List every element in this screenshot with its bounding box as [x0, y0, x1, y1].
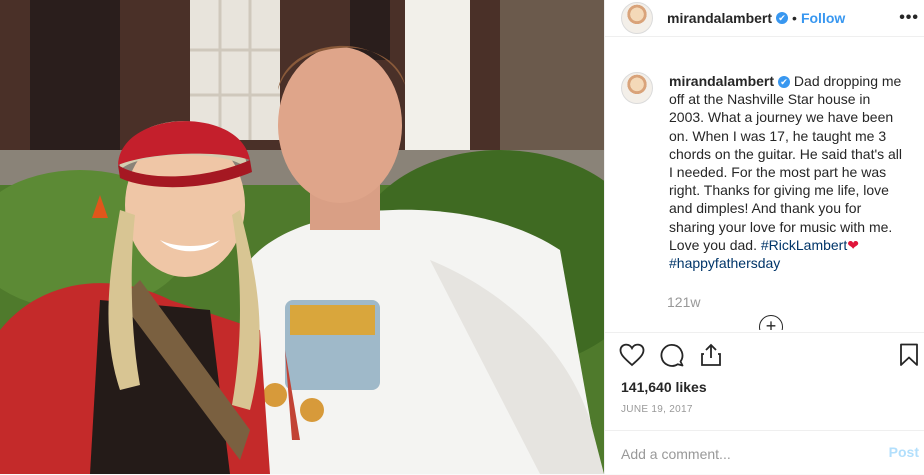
add-comment-bar: Post: [605, 430, 924, 475]
bookmark-save-icon[interactable]: [899, 343, 919, 372]
post-sidebar: mirandalambert ✔ • Follow ••• mirandalam…: [604, 0, 924, 474]
comments-section: mirandalambert ✔ Dad dropping me off at t…: [605, 52, 924, 330]
comment-bubble-icon[interactable]: [659, 343, 685, 372]
hashtag-link-ricklambert[interactable]: #RickLambert: [761, 237, 847, 253]
post-comment-button[interactable]: Post: [889, 444, 919, 460]
verified-badge-icon: ✔: [776, 12, 789, 24]
caption-avatar[interactable]: [621, 72, 653, 104]
post-photo[interactable]: [0, 0, 604, 474]
user-avatar[interactable]: [621, 2, 653, 34]
comment-input[interactable]: [619, 441, 873, 467]
likes-count[interactable]: 141,640 likes: [621, 379, 707, 395]
post-header: mirandalambert ✔ • Follow •••: [605, 0, 924, 37]
caption-verified-badge-icon: ✔: [778, 76, 791, 89]
caption-row: mirandalambert ✔ Dad dropping me off at t…: [605, 52, 924, 272]
caption-username[interactable]: mirandalambert: [669, 73, 774, 89]
load-more-comments-icon[interactable]: +: [759, 315, 783, 330]
post-caption: mirandalambert ✔ Dad dropping me off at t…: [669, 72, 909, 272]
caption-text: Dad dropping me off at the Nashville Sta…: [669, 73, 903, 253]
caption-timestamp[interactable]: 121w: [667, 294, 924, 310]
action-bar: [605, 332, 924, 383]
like-heart-icon[interactable]: [619, 343, 645, 372]
header-separator: •: [792, 10, 797, 26]
share-icon[interactable]: [699, 343, 723, 372]
red-heart-emoji-icon: ❤: [847, 236, 859, 253]
hashtag-link-happyfathersday[interactable]: #happyfathersday: [669, 255, 780, 271]
instagram-post: mirandalambert ✔ • Follow ••• mirandalam…: [0, 0, 924, 474]
more-options-icon[interactable]: •••: [899, 9, 919, 27]
follow-button[interactable]: Follow: [801, 10, 845, 26]
post-author-username[interactable]: mirandalambert: [667, 10, 772, 26]
post-date[interactable]: JUNE 19, 2017: [621, 404, 693, 415]
